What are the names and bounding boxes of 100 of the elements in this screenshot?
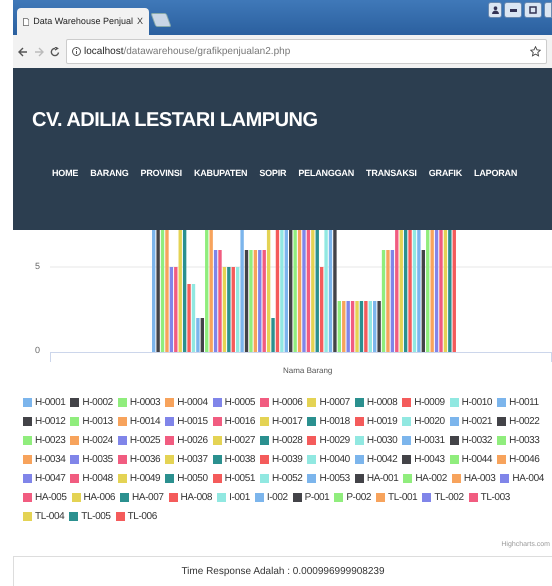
legend-item[interactable]: H-0049 bbox=[118, 471, 160, 486]
legend-item[interactable]: H-0017 bbox=[260, 414, 302, 429]
legend-item[interactable]: H-0028 bbox=[260, 433, 302, 448]
y-axis-label: 0 bbox=[35, 344, 40, 357]
legend-item[interactable]: TL-005 bbox=[69, 509, 111, 524]
tab-title: Data Warehouse Penjual bbox=[33, 14, 133, 28]
legend-item[interactable]: H-0024 bbox=[70, 433, 113, 448]
legend-item[interactable]: H-0009 bbox=[402, 395, 445, 410]
legend-item[interactable]: H-0005 bbox=[212, 395, 256, 410]
legend-item[interactable]: H-0046 bbox=[497, 452, 540, 467]
legend-item[interactable]: H-0029 bbox=[307, 433, 350, 448]
nav-link[interactable]: PROVINSI bbox=[140, 167, 182, 180]
legend-item[interactable]: H-0004 bbox=[165, 395, 208, 410]
x-axis-title: Nama Barang bbox=[283, 365, 332, 377]
legend-item[interactable]: HA-006 bbox=[72, 490, 116, 505]
legend-item[interactable]: H-0032 bbox=[450, 433, 492, 448]
legend-item[interactable]: H-0048 bbox=[70, 471, 113, 486]
legend-item[interactable]: H-0035 bbox=[70, 452, 113, 467]
legend-item[interactable]: HA-007 bbox=[120, 490, 164, 505]
legend-item[interactable]: H-0034 bbox=[23, 452, 66, 467]
legend-item[interactable]: HA-004 bbox=[500, 471, 544, 486]
nav-link[interactable]: PELANGGAN bbox=[298, 167, 354, 180]
legend-item[interactable]: H-0037 bbox=[165, 452, 208, 467]
legend-item[interactable]: TL-001 bbox=[376, 490, 418, 505]
legend-item[interactable]: H-0027 bbox=[212, 433, 256, 448]
close-button[interactable] bbox=[544, 2, 552, 18]
info-icon bbox=[72, 47, 81, 56]
legend-item[interactable]: H-0022 bbox=[497, 414, 540, 429]
legend-item[interactable]: HA-005 bbox=[23, 490, 67, 505]
legend-item[interactable]: H-0050 bbox=[165, 471, 208, 486]
page-icon bbox=[23, 16, 30, 26]
legend-item[interactable]: TL-003 bbox=[468, 490, 510, 505]
nav-link[interactable]: GRAFIK bbox=[428, 167, 462, 180]
legend-item[interactable]: H-0040 bbox=[307, 452, 350, 467]
maximize-button[interactable] bbox=[524, 2, 542, 18]
legend-item[interactable]: HA-002 bbox=[403, 471, 447, 486]
legend-item[interactable]: H-0007 bbox=[307, 395, 350, 410]
nav-link[interactable]: BARANG bbox=[90, 167, 129, 180]
legend-item[interactable]: P-001 bbox=[292, 490, 330, 505]
legend-item[interactable]: H-0025 bbox=[118, 433, 160, 448]
new-tab-button[interactable] bbox=[150, 13, 172, 27]
legend-item[interactable]: H-0044 bbox=[450, 452, 492, 467]
legend-item[interactable]: TL-006 bbox=[116, 509, 157, 524]
legend-item[interactable]: I-001 bbox=[217, 490, 250, 505]
legend-item[interactable]: H-0023 bbox=[23, 433, 66, 448]
browser-tab[interactable]: Data Warehouse Penjual X bbox=[17, 8, 149, 35]
user-icon bbox=[492, 6, 498, 14]
legend-item[interactable]: TL-002 bbox=[422, 490, 464, 505]
legend-item[interactable]: H-0020 bbox=[402, 414, 445, 429]
minimize-button[interactable] bbox=[504, 2, 522, 18]
star-icon[interactable] bbox=[530, 46, 541, 57]
legend-item[interactable]: HA-003 bbox=[452, 471, 496, 486]
legend-item[interactable]: HA-008 bbox=[168, 490, 212, 505]
legend-item[interactable]: H-0033 bbox=[497, 433, 540, 448]
legend-item[interactable]: H-0001 bbox=[23, 395, 66, 410]
legend-item[interactable]: H-0021 bbox=[450, 414, 492, 429]
legend-item[interactable]: H-0042 bbox=[354, 452, 398, 467]
tab-close-button[interactable]: X bbox=[136, 14, 143, 28]
url-text: localhost/datawarehouse/grafikpenjualan2.php bbox=[84, 45, 290, 59]
user-button[interactable] bbox=[488, 2, 502, 18]
site-title: CV. ADILIA LESTARI LAMPUNG bbox=[32, 110, 319, 130]
nav-link[interactable]: TRANSAKSI bbox=[366, 167, 417, 180]
legend-item[interactable]: H-0013 bbox=[70, 414, 113, 429]
legend-item[interactable]: H-0002 bbox=[70, 395, 113, 410]
legend-item[interactable]: H-0031 bbox=[402, 433, 445, 448]
nav-link[interactable]: SOPIR bbox=[259, 167, 286, 180]
legend-item[interactable]: H-0012 bbox=[23, 414, 66, 429]
legend-item[interactable]: H-0038 bbox=[212, 452, 256, 467]
address-bar[interactable]: localhost/datawarehouse/grafikpenjualan2.php bbox=[66, 39, 547, 64]
legend-item[interactable]: H-0019 bbox=[354, 414, 398, 429]
legend-item[interactable]: H-0011 bbox=[497, 395, 539, 410]
legend-item[interactable]: H-0006 bbox=[260, 395, 302, 410]
legend-item[interactable]: I-002 bbox=[254, 490, 288, 505]
legend-item[interactable]: H-0003 bbox=[118, 395, 160, 410]
y-axis-label: 5 bbox=[35, 260, 40, 273]
legend-item[interactable]: H-0030 bbox=[354, 433, 398, 448]
legend-item[interactable]: H-0052 bbox=[260, 471, 302, 486]
legend-item[interactable]: HA-001 bbox=[354, 471, 398, 486]
legend-item[interactable]: H-0039 bbox=[260, 452, 302, 467]
legend-item[interactable]: P-002 bbox=[334, 490, 372, 505]
legend-item[interactable]: H-0053 bbox=[307, 471, 350, 486]
back-icon[interactable] bbox=[18, 46, 28, 56]
time-response-text: Time Response Adalah : 0.000996999908239 bbox=[181, 565, 385, 579]
legend-item[interactable]: H-0018 bbox=[307, 414, 350, 429]
legend-item[interactable]: H-0043 bbox=[402, 452, 445, 467]
reload-icon[interactable] bbox=[50, 46, 60, 56]
legend-item[interactable]: H-0047 bbox=[23, 471, 66, 486]
legend-item[interactable]: TL-004 bbox=[23, 509, 64, 524]
legend-item[interactable]: H-0008 bbox=[354, 395, 398, 410]
legend-item[interactable]: H-0015 bbox=[165, 414, 208, 429]
nav-link[interactable]: LAPORAN bbox=[474, 167, 518, 180]
legend-item[interactable]: H-0016 bbox=[212, 414, 256, 429]
legend-item[interactable]: H-0051 bbox=[212, 471, 256, 486]
legend-item[interactable]: H-0010 bbox=[450, 395, 492, 410]
restore-icon bbox=[529, 6, 537, 14]
legend-item[interactable]: H-0014 bbox=[118, 414, 160, 429]
nav-link[interactable]: KABUPATEN bbox=[194, 167, 248, 180]
legend-item[interactable]: H-0036 bbox=[118, 452, 160, 467]
nav-link[interactable]: HOME bbox=[52, 167, 78, 180]
legend-item[interactable]: H-0026 bbox=[165, 433, 208, 448]
